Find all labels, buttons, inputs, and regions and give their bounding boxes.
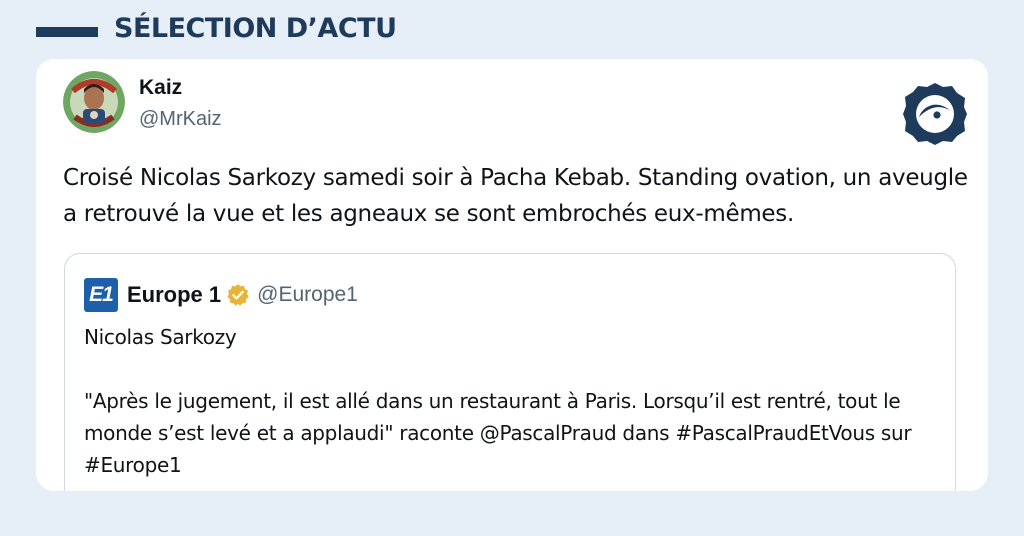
quoted-tweet-body: Nicolas Sarkozy "Après le jugement, il e…	[84, 321, 944, 481]
quoted-tweet-header: E1 Europe 1 @Europe1	[84, 278, 358, 312]
quoted-tweet-title: Nicolas Sarkozy	[84, 325, 237, 349]
tweet-text: Croisé Nicolas Sarkozy samedi soir à Pac…	[63, 165, 968, 227]
header-accent-bar	[36, 27, 98, 37]
verified-badge-icon	[226, 283, 250, 307]
avatar-icon[interactable]	[63, 71, 125, 133]
europe1-logo-icon[interactable]: E1	[84, 278, 118, 312]
tweet-card: Kaiz @MrKaiz Croisé Nicolas Sarkozy same…	[36, 59, 988, 491]
section-title: SÉLECTION D’ACTU	[114, 13, 397, 44]
eye-seal-logo-icon	[902, 81, 968, 147]
quoted-tweet[interactable]: E1 Europe 1 @Europe1 Nicolas Sarkozy "Ap…	[64, 253, 956, 491]
author-handle[interactable]: @MrKaiz	[139, 108, 222, 131]
quoted-author-name[interactable]: Europe 1	[127, 282, 221, 308]
author-name[interactable]: Kaiz	[139, 76, 182, 100]
quoted-author-handle[interactable]: @Europe1	[257, 283, 358, 307]
quoted-tweet-text: "Après le jugement, il est allé dans un …	[84, 389, 912, 477]
